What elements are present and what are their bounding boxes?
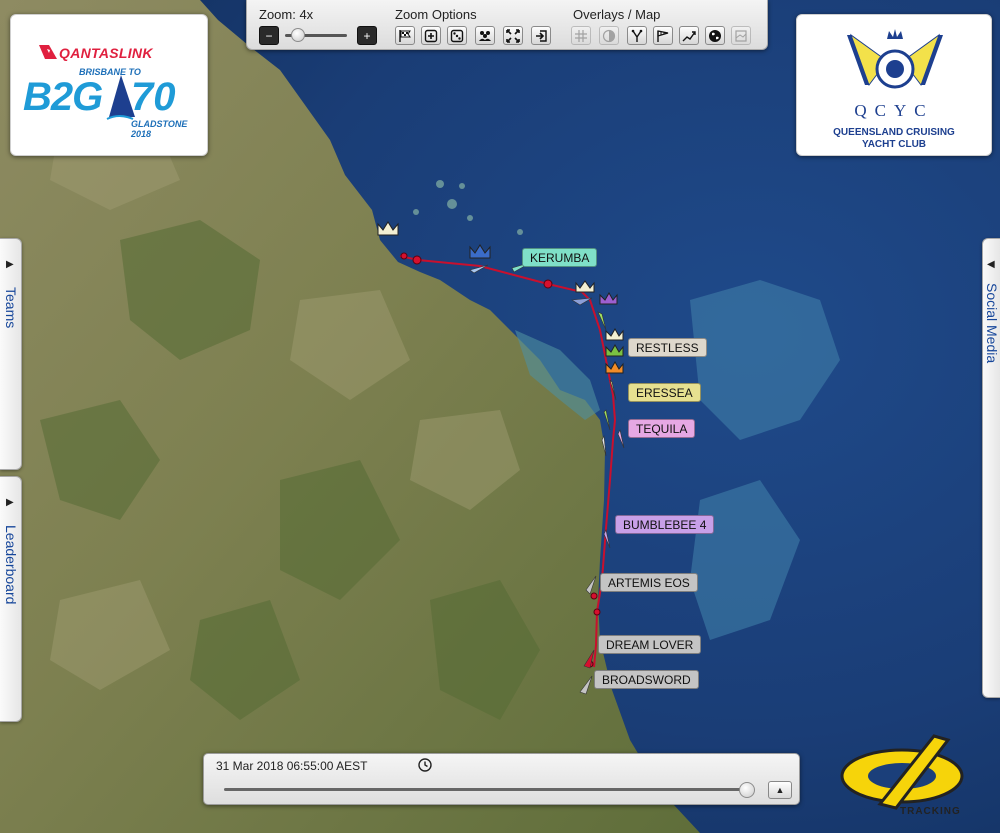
leaderboard-tab[interactable]: ▶ Leaderboard (0, 476, 22, 722)
map-icon (735, 29, 747, 42)
boat-label-tequila[interactable]: TEQUILA (628, 419, 696, 438)
tracks-overlay-button[interactable] (679, 26, 699, 45)
social-media-tab-label: Social Media (984, 283, 1000, 364)
playback-button[interactable]: ▲ (768, 781, 792, 799)
social-media-tab[interactable]: ◀ Social Media (982, 238, 1000, 698)
grid-overlay-button[interactable] (571, 26, 591, 45)
b2g-number: 70 (131, 75, 176, 119)
timeline-handle[interactable] (739, 782, 755, 798)
boat-label-restless[interactable]: RESTLESS (628, 338, 707, 357)
qcyc-name-line1: QUEENSLAND CRUISING (833, 127, 955, 138)
zoom-in-icon (424, 29, 438, 42)
zoom-leader-button[interactable] (421, 26, 441, 45)
boat-label-broadsword[interactable]: BROADSWORD (594, 670, 699, 689)
qcyc-crest-icon (847, 29, 943, 89)
map-globe-button[interactable] (705, 26, 725, 45)
minus-icon: − (265, 28, 273, 43)
exit-icon (536, 29, 547, 42)
zoom-in-button[interactable]: + (357, 26, 377, 45)
zoom-slider-handle[interactable] (291, 28, 305, 42)
map-type-button[interactable] (731, 26, 751, 45)
b2g-logo: QANTASLINK BRISBANE TO B2G 70 GLADSTONE … (10, 14, 208, 156)
tracks-icon (682, 30, 696, 41)
zoom-label: Zoom: 4x (259, 7, 314, 22)
zoom-group-button[interactable] (475, 26, 495, 45)
zoom-random-button[interactable] (447, 26, 467, 45)
timeline-panel: 31 Mar 2018 06:55:00 AEST ▲ (203, 753, 800, 805)
leaderboard-tab-label: Leaderboard (3, 525, 19, 605)
timeline-track[interactable] (224, 788, 754, 791)
expand-arrow-icon: ▶ (6, 497, 14, 508)
tracking-wordmark: TRACKING (900, 806, 961, 817)
route-icon (631, 29, 643, 42)
b2g-subtitle-bottom: GLADSTONE 2018 (131, 119, 188, 139)
exit-button[interactable] (531, 26, 551, 45)
qcyc-logo: QCYC QUEENSLAND CRUISING YACHT CLUB (796, 14, 992, 156)
contrast-overlay-button[interactable] (599, 26, 619, 45)
zoom-start-button[interactable] (395, 26, 415, 45)
timeline-datetime: 31 Mar 2018 06:55:00 AEST (216, 759, 368, 773)
play-icon: ▲ (775, 785, 785, 795)
teams-tab[interactable]: ▶ Teams (0, 238, 22, 470)
zoom-out-button[interactable]: − (259, 26, 279, 45)
boat-label-eressea[interactable]: ERESSEA (628, 383, 701, 402)
qcyc-letters: QCYC (854, 101, 934, 120)
plus-icon: + (363, 28, 371, 43)
wind-icon (657, 29, 669, 42)
flag-icon (399, 29, 411, 42)
boat-label-kerumba[interactable]: KERUMBA (522, 248, 598, 267)
globe-icon (709, 29, 721, 42)
map-toolbar: Zoom: 4x Zoom Options Overlays / Map − + (246, 0, 768, 50)
group-icon (479, 30, 491, 41)
qantaslink-brand: QANTASLINK (59, 45, 153, 61)
overlays-label: Overlays / Map (573, 7, 661, 22)
fit-icon (506, 28, 520, 43)
contrast-icon (602, 29, 616, 42)
b2g-wordmark: B2G (23, 75, 103, 119)
expand-arrow-icon: ▶ (6, 259, 14, 270)
course-overlay-button[interactable] (627, 26, 647, 45)
teams-tab-label: Teams (3, 287, 19, 329)
boat-label-dream-lover[interactable]: DREAM LOVER (598, 635, 702, 654)
qantas-tail-icon (39, 45, 57, 59)
boat-label-bumblebee-4[interactable]: BUMBLEBEE 4 (615, 515, 715, 534)
qcyc-name-line2: YACHT CLUB (861, 139, 927, 150)
dice-icon (450, 29, 464, 42)
grid-icon (575, 29, 587, 42)
clock-icon[interactable] (418, 758, 432, 772)
boat-label-artemis-eos[interactable]: ARTEMIS EOS (600, 573, 698, 592)
zoom-options-label: Zoom Options (395, 7, 477, 22)
expand-arrow-icon: ◀ (987, 259, 995, 270)
zoom-fit-button[interactable] (503, 26, 523, 45)
wind-overlay-button[interactable] (653, 26, 673, 45)
